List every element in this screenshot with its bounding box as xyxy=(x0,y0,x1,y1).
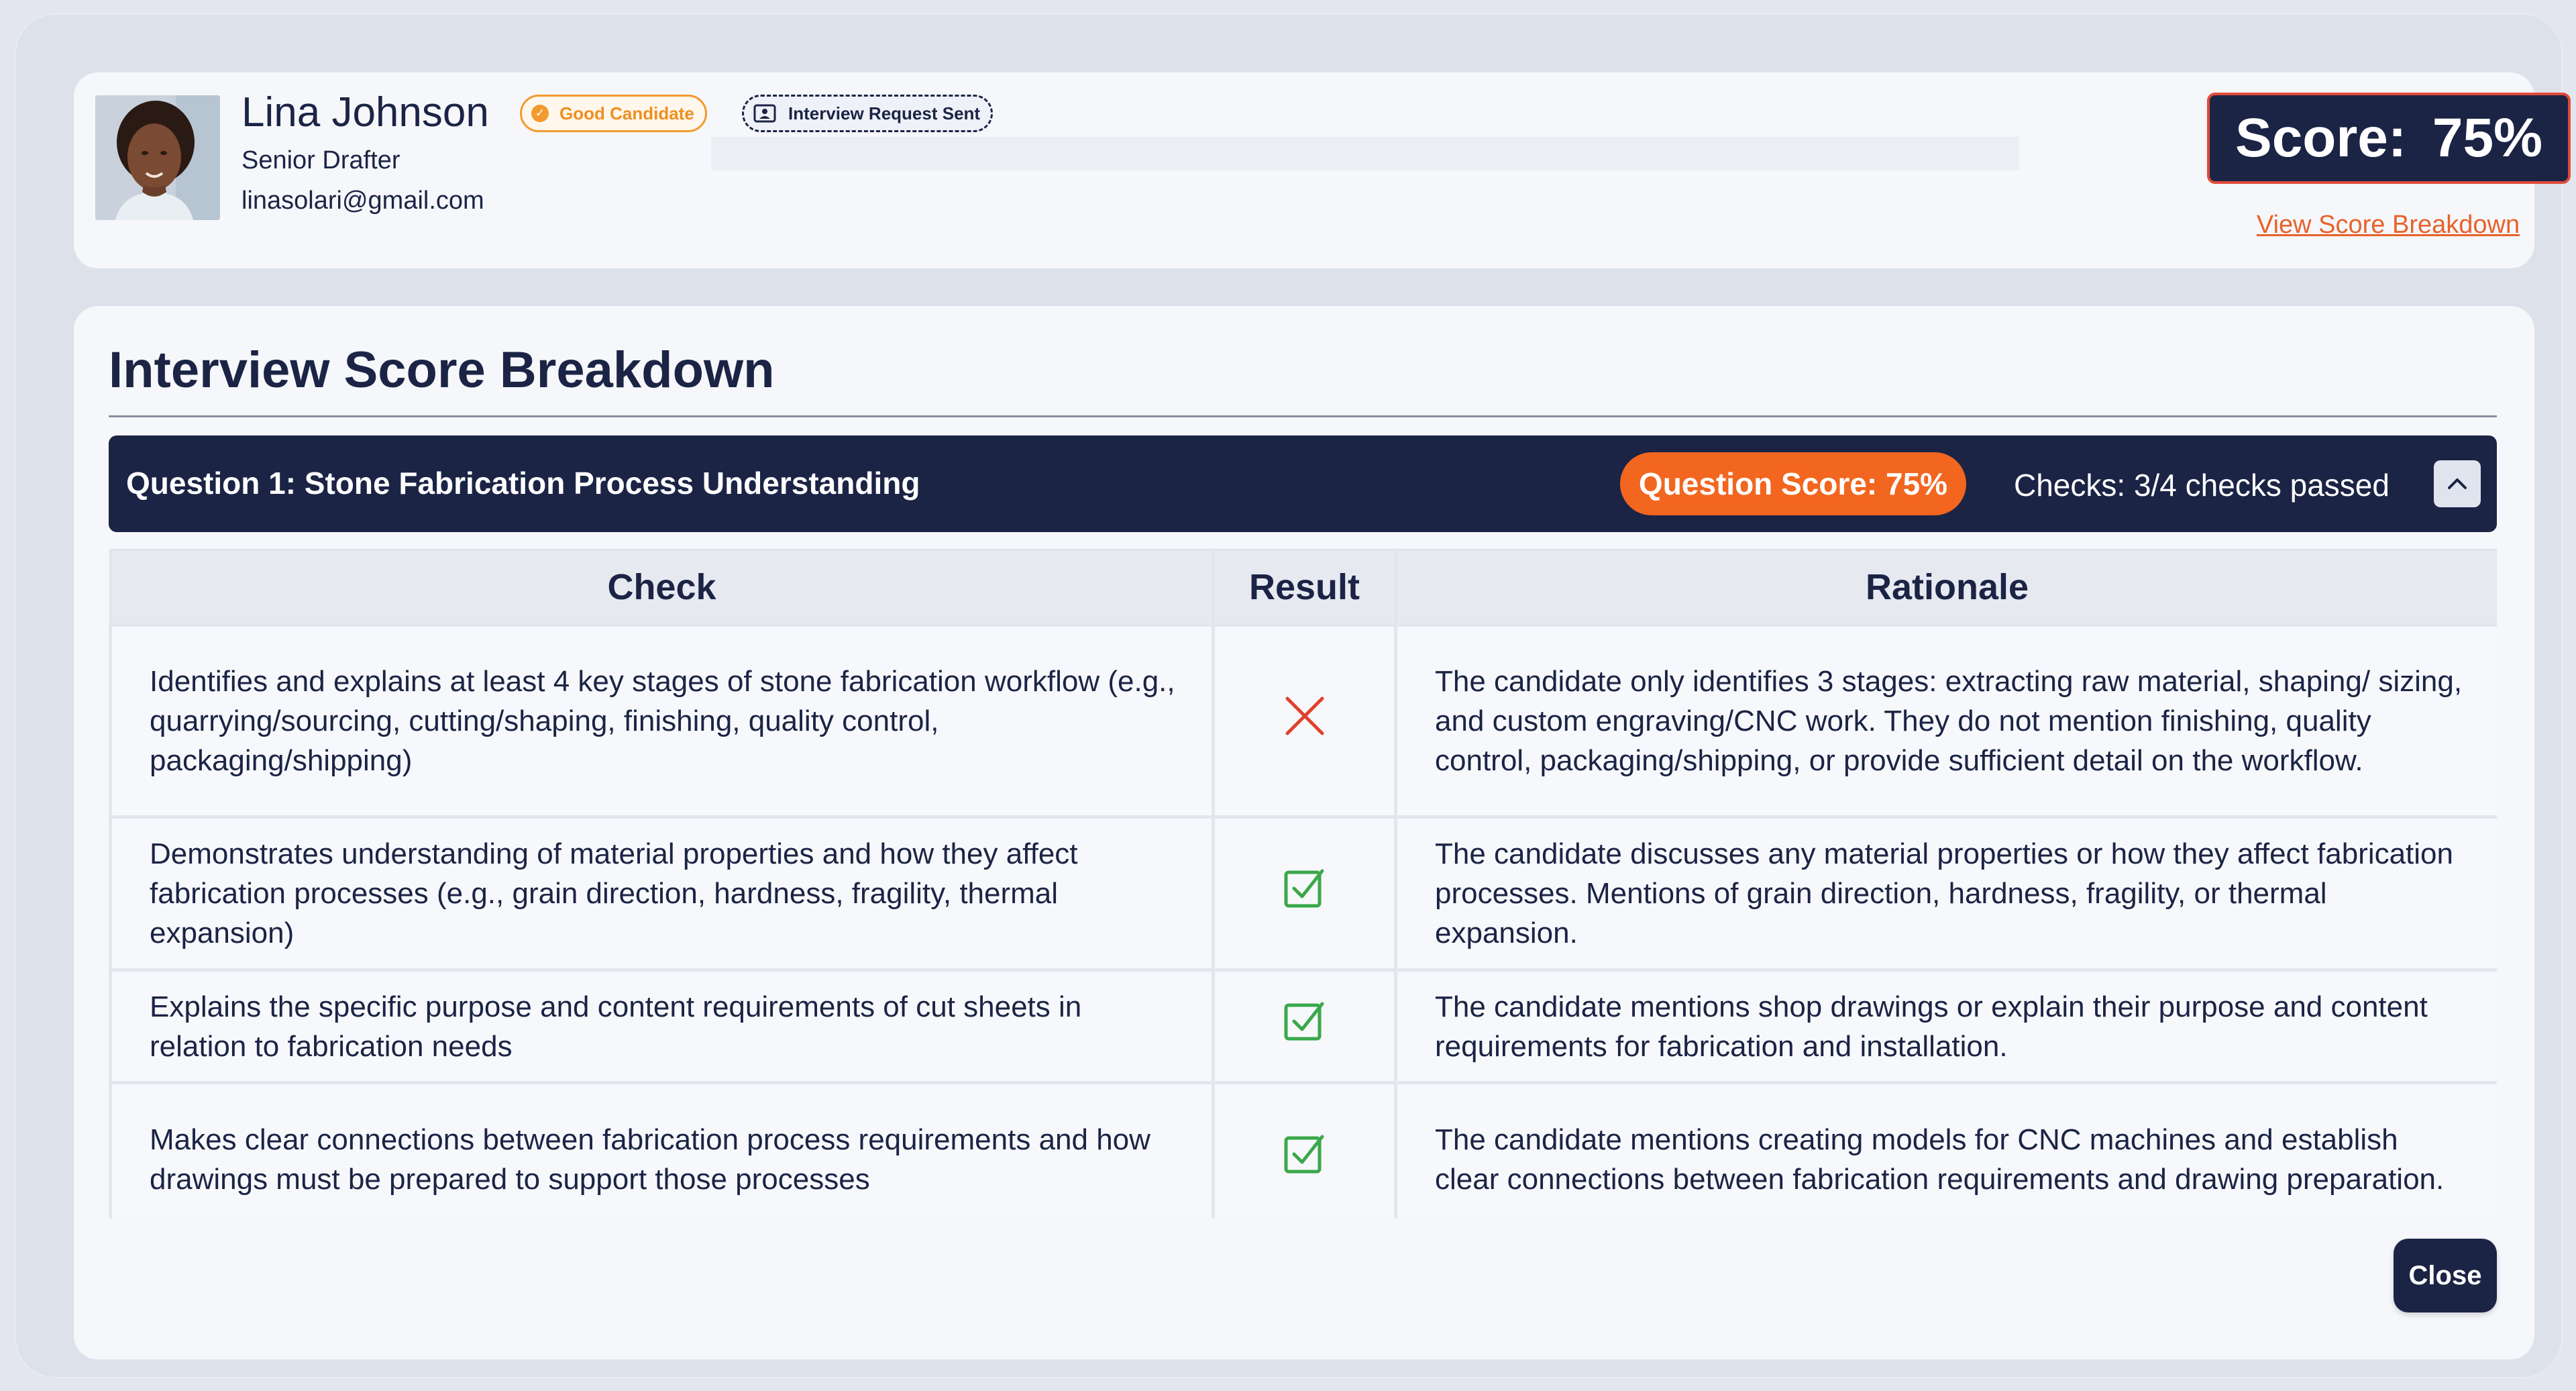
interview-request-badge[interactable]: Interview Request Sent xyxy=(742,95,994,132)
title-divider xyxy=(109,415,2497,417)
table-row: Identifies and explains at least 4 key s… xyxy=(109,623,2497,819)
contact-card-icon xyxy=(753,104,776,123)
email: linasolari@gmail.com xyxy=(241,187,484,215)
result-cell xyxy=(1212,968,1397,1084)
collapse-button[interactable] xyxy=(2434,460,2481,507)
check-text: Explains the specific purpose and conten… xyxy=(109,968,1215,1084)
rationale-text: The candidate mentions shop drawings or … xyxy=(1394,968,2497,1084)
interview-request-label: Interview Request Sent xyxy=(788,103,981,123)
table-row: Makes clear connections between fabricat… xyxy=(109,1081,2497,1219)
overall-score: Score: 75% xyxy=(2207,93,2571,184)
column-header-check: Check xyxy=(109,549,1214,626)
view-score-breakdown-link[interactable]: View Score Breakdown xyxy=(2194,211,2576,240)
job-title: Senior Drafter xyxy=(241,146,400,174)
question-header[interactable]: Question 1: Stone Fabrication Process Un… xyxy=(109,435,2497,532)
good-candidate-label: Good Candidate xyxy=(559,103,694,123)
column-header-result: Result xyxy=(1212,549,1397,626)
chevron-up-icon xyxy=(2448,478,2467,489)
check-text: Makes clear connections between fabricat… xyxy=(109,1081,1215,1219)
rationale-text: The candidate discusses any material pro… xyxy=(1394,815,2497,972)
table-row: Explains the specific purpose and conten… xyxy=(109,968,2497,1084)
avatar xyxy=(95,95,220,220)
table-header-row: Check Result Rationale xyxy=(109,549,2497,626)
rationale-text: The candidate only identifies 3 stages: … xyxy=(1394,623,2497,819)
checks-table: Check Result Rationale Identifies and ex… xyxy=(109,549,2497,1219)
score-label: Score: xyxy=(2235,107,2407,168)
pass-checkbox-icon xyxy=(1284,869,1324,908)
check-text: Demonstrates understanding of material p… xyxy=(109,815,1215,972)
pass-checkbox-icon xyxy=(1284,1135,1324,1174)
candidate-name: Lina Johnson xyxy=(241,89,489,136)
checks-summary: Checks: 3/4 checks passed xyxy=(2014,468,2390,503)
pass-checkbox-icon xyxy=(1284,1002,1324,1041)
check-text: Identifies and explains at least 4 key s… xyxy=(109,623,1215,819)
question-title: Question 1: Stone Fabrication Process Un… xyxy=(126,466,920,501)
table-row: Demonstrates understanding of material p… xyxy=(109,815,2497,972)
result-cell xyxy=(1212,1081,1397,1219)
candidate-header: Lina Johnson ✓ Good Candidate Interview … xyxy=(74,72,2571,268)
column-header-rationale: Rationale xyxy=(1395,549,2497,626)
check-circle-icon: ✓ xyxy=(531,105,549,122)
good-candidate-badge[interactable]: ✓ Good Candidate xyxy=(520,95,707,132)
score-breakdown-panel: Interview Score Breakdown Question 1: St… xyxy=(74,306,2534,1359)
fail-x-icon xyxy=(1285,697,1324,735)
rationale-text: The candidate mentions creating models f… xyxy=(1394,1081,2497,1219)
result-cell xyxy=(1212,623,1397,819)
close-button[interactable]: Close xyxy=(2394,1239,2497,1312)
question-score-badge: Question Score: 75% xyxy=(1620,452,1966,515)
section-title: Interview Score Breakdown xyxy=(109,342,775,399)
header-divider xyxy=(711,137,2019,170)
checks-table-container[interactable]: Check Result Rationale Identifies and ex… xyxy=(109,549,2497,1219)
modal-frame: Lina Johnson ✓ Good Candidate Interview … xyxy=(15,13,2571,1378)
score-value: 75% xyxy=(2432,107,2542,168)
result-cell xyxy=(1212,815,1397,972)
